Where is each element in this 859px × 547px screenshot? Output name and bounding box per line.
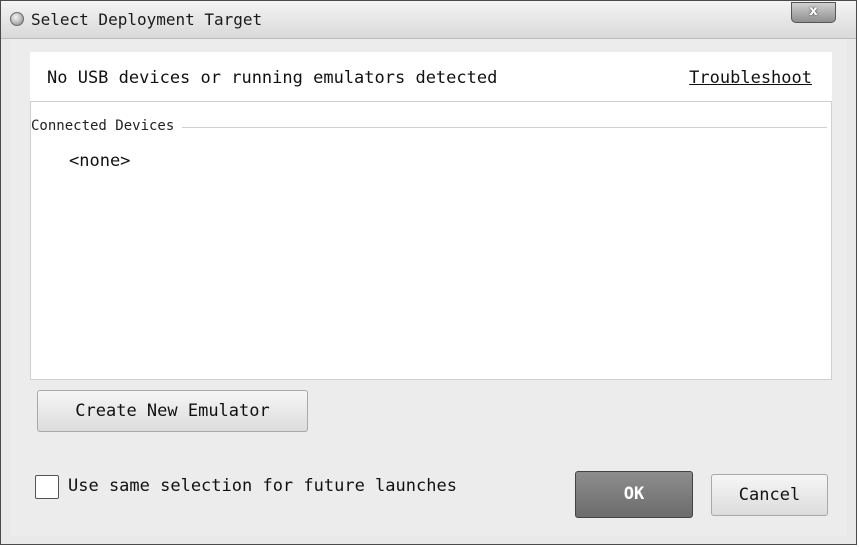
device-list-item: <none>: [69, 151, 131, 171]
dialog-body: No USB devices or running emulators dete…: [10, 39, 847, 536]
close-button[interactable]: x: [791, 2, 836, 23]
select-deployment-target-dialog: Select Deployment Target x No USB device…: [0, 0, 857, 545]
troubleshoot-link[interactable]: Troubleshoot: [689, 68, 812, 88]
connected-devices-group: Connected Devices: [31, 118, 827, 134]
app-icon: [10, 12, 24, 26]
same-selection-label[interactable]: Use same selection for future launches: [68, 476, 457, 496]
connected-devices-label: Connected Devices: [31, 118, 183, 134]
info-banner: No USB devices or running emulators dete…: [30, 52, 832, 102]
same-selection-checkbox[interactable]: [35, 475, 59, 499]
ok-button[interactable]: OK: [575, 471, 693, 518]
title-bar[interactable]: Select Deployment Target x: [1, 1, 856, 39]
device-list-panel: Connected Devices <none>: [30, 101, 832, 380]
create-new-emulator-button[interactable]: Create New Emulator: [37, 390, 308, 432]
window-title: Select Deployment Target: [31, 10, 263, 29]
no-devices-message: No USB devices or running emulators dete…: [47, 68, 498, 88]
cancel-button[interactable]: Cancel: [711, 474, 828, 516]
